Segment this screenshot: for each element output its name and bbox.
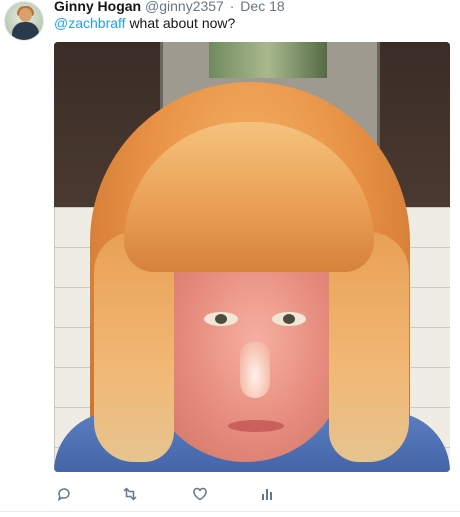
tweet-timestamp[interactable]: Dec 18 bbox=[240, 0, 284, 14]
heart-icon bbox=[193, 487, 207, 501]
mention-link[interactable]: @zachbraff bbox=[54, 15, 126, 31]
photo-eye-right bbox=[272, 312, 306, 326]
photo-frame-artwork bbox=[209, 42, 327, 78]
tweet-header: Ginny Hogan @ginny2357 · Dec 18 bbox=[54, 0, 285, 15]
retweet-icon bbox=[123, 487, 137, 501]
tweet-text: @zachbraff what about now? bbox=[54, 14, 235, 32]
like-button[interactable] bbox=[190, 484, 210, 504]
tweet-divider bbox=[0, 511, 460, 512]
tweet: Ginny Hogan @ginny2357 · Dec 18 @zachbra… bbox=[0, 0, 460, 517]
photo-mouth bbox=[228, 420, 284, 432]
tweet-body: what about now? bbox=[129, 15, 236, 31]
avatar[interactable] bbox=[4, 1, 44, 41]
author-handle[interactable]: @ginny2357 bbox=[145, 0, 224, 14]
tweet-photo[interactable] bbox=[54, 42, 450, 472]
retweet-button[interactable] bbox=[120, 484, 140, 504]
header-separator: · bbox=[229, 0, 235, 14]
photo-nose bbox=[240, 342, 270, 398]
reply-button[interactable] bbox=[54, 484, 74, 504]
avatar-body bbox=[12, 22, 39, 40]
tweet-actions bbox=[54, 484, 334, 504]
author-name[interactable]: Ginny Hogan bbox=[54, 0, 141, 14]
photo-eye-left bbox=[204, 312, 238, 326]
analytics-icon bbox=[262, 489, 272, 500]
reply-icon bbox=[57, 488, 70, 502]
analytics-button[interactable] bbox=[257, 484, 277, 504]
avatar-head bbox=[19, 8, 32, 22]
